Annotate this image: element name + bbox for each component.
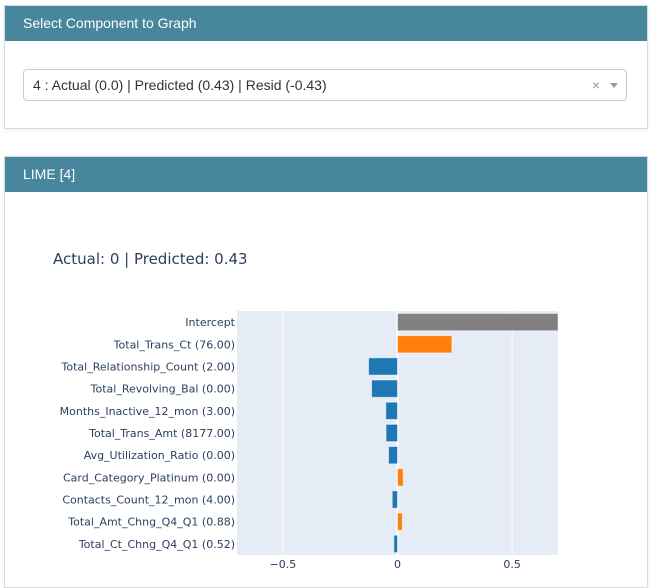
chevron-down-icon[interactable] (610, 83, 618, 88)
bar-5 (385, 423, 398, 443)
x-tick-label: 0 (394, 558, 401, 571)
bar-1 (397, 335, 453, 354)
y-tick-label: Total_Ct_Chng_Q4_Q1 (0.52) (78, 538, 235, 551)
y-tick-label: Card_Category_Platinum (0.00) (63, 471, 235, 484)
y-tick-label: Avg_Utilization_Ratio (0.00) (84, 449, 235, 462)
bar-3 (371, 379, 399, 398)
bar-2 (368, 357, 398, 376)
y-tick-label: Total_Amt_Chng_Q4_Q1 (0.88) (67, 516, 235, 529)
bar-7 (397, 468, 404, 487)
bar-10 (393, 534, 398, 554)
bar-6 (388, 446, 399, 465)
bar-8 (391, 490, 399, 509)
bar-4 (385, 401, 398, 420)
lime-chart: −0.5 0 0.5 Intercept Total_Trans_Ct (76.00) T… (60, 311, 559, 571)
y-tick-label: Total_Trans_Ct (76.00) (113, 338, 235, 351)
clear-icon[interactable]: × (592, 70, 600, 100)
y-tick-label: Months_Inactive_12_mon (3.00) (60, 405, 235, 418)
y-tick-label: Total_Trans_Amt (8177.00) (88, 427, 235, 440)
y-tick-label: Total_Relationship_Count (2.00) (61, 360, 235, 373)
bar-0 (397, 312, 559, 332)
lime-panel: LIME [4] Actual: 0 | Predicted: 0.43 −0.… (4, 156, 648, 588)
bar-9 (397, 512, 403, 531)
x-tick-label: 0.5 (503, 558, 521, 571)
panel-header: Select Component to Graph (5, 6, 647, 41)
select-component-panel: Select Component to Graph 4 : Actual (0.… (4, 5, 648, 129)
dropdown-value: 4 : Actual (0.0) | Predicted (0.43) | Re… (33, 77, 327, 93)
y-tick-label: Intercept (185, 316, 235, 329)
component-dropdown[interactable]: 4 : Actual (0.0) | Predicted (0.43) | Re… (23, 69, 627, 101)
x-tick-label: −0.5 (269, 558, 296, 571)
y-tick-label: Contacts_Count_12_mon (4.00) (62, 494, 235, 507)
y-tick-label: Total_Revolving_Bal (0.00) (90, 383, 235, 396)
